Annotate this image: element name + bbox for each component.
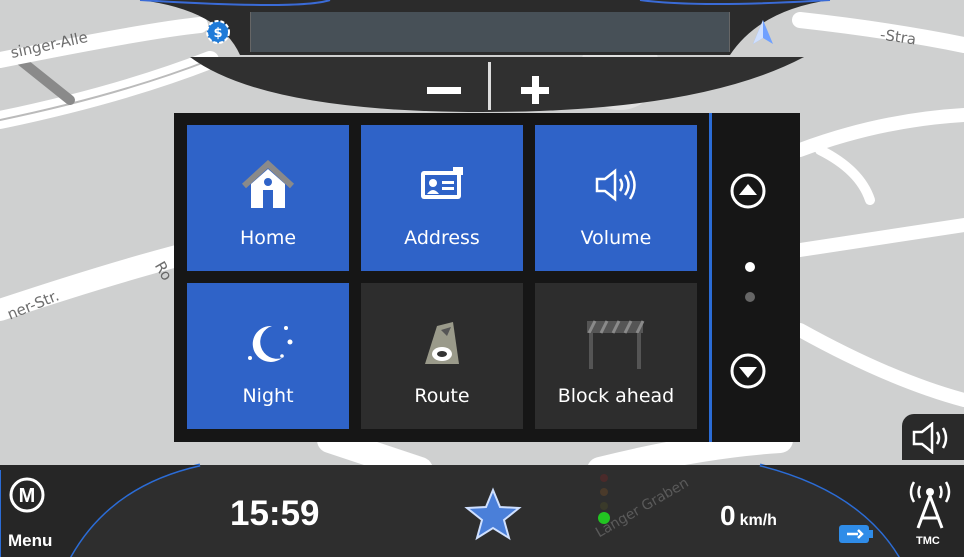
north-arrow-icon: [753, 20, 773, 44]
menu-label: Menu: [8, 531, 53, 550]
m-icon: M: [9, 477, 45, 513]
speed-camera-button[interactable]: $: [196, 12, 240, 52]
speed-camera-icon: $: [206, 20, 230, 44]
speed-value: 0: [720, 500, 736, 531]
favorites-button[interactable]: [463, 486, 523, 542]
tile-home[interactable]: Home: [187, 125, 349, 271]
tile-label: Block ahead: [557, 385, 675, 407]
star-icon: [464, 487, 522, 541]
tile-label: Night: [242, 385, 294, 407]
page-indicator-inactive: [745, 292, 755, 302]
svg-text:M: M: [19, 485, 36, 507]
tile-route[interactable]: Route: [361, 283, 523, 429]
tile-night[interactable]: Night: [187, 283, 349, 429]
speaker-icon: [591, 157, 641, 213]
clock: 15:59: [230, 494, 320, 533]
roadblock-icon: [581, 315, 651, 371]
tile-volume[interactable]: Volume: [535, 125, 697, 271]
route-icon: [417, 315, 467, 371]
antenna-icon: [909, 481, 951, 529]
page-indicator-active: [745, 262, 755, 272]
plus-icon: [521, 75, 549, 104]
speed-readout: 0 km/h: [720, 500, 777, 532]
speed-unit: km/h: [739, 512, 777, 529]
zoom-in-button[interactable]: [480, 62, 590, 117]
tile-label: Route: [414, 385, 470, 407]
panel-divider: [709, 113, 712, 442]
tile-label: Volume: [580, 227, 652, 249]
tile-label: Home: [239, 227, 297, 249]
home-icon: [240, 157, 296, 213]
address-card-icon: [417, 157, 467, 213]
minus-icon: [427, 86, 461, 94]
current-street-field: [250, 12, 730, 52]
gps-signal-icon: [598, 474, 610, 524]
tile-address[interactable]: Address: [361, 125, 523, 271]
compass-button[interactable]: [738, 12, 788, 52]
scroll-down-button[interactable]: [729, 352, 767, 390]
battery-icon: [839, 525, 873, 543]
tmc-label: TMC: [916, 535, 940, 547]
moon-stars-icon: [238, 315, 298, 371]
tile-label: Address: [404, 227, 480, 249]
tile-block-ahead[interactable]: Block ahead: [535, 283, 697, 429]
speaker-icon: [912, 422, 948, 454]
svg-text:$: $: [213, 26, 222, 41]
volume-button[interactable]: [902, 414, 964, 460]
scroll-up-button[interactable]: [729, 172, 767, 210]
